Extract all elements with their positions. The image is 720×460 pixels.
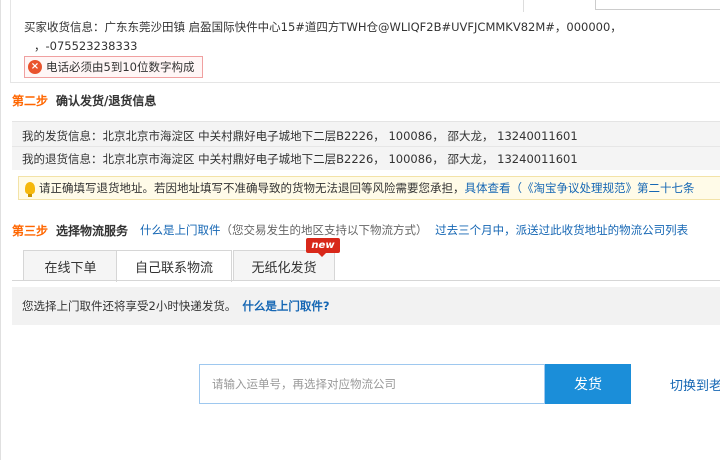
top-right-box — [595, 0, 720, 10]
tracking-placeholder: 请输入运单号，再选择对应物流公司 — [212, 377, 396, 391]
buyer-address: 广东东莞沙田镇 启盈国际快件中心15#道四方TWH仓@WLIQF2B#UVFJC… — [104, 20, 622, 34]
buyer-address-line1: 买家收货信息：广东东莞沙田镇 启盈国际快件中心15#道四方TWH仓@WLIQF2… — [24, 19, 622, 35]
step3-help: 什么是上门取件（您交易发生的地区支持以下物流方式） 过去三个月中，派送过此收货地… — [140, 222, 688, 238]
ship-button[interactable]: 发货 — [545, 364, 631, 404]
step2-number: 第二步 — [12, 94, 49, 108]
buyer-phone: ，-075523238333 — [34, 39, 138, 53]
tracking-number-input[interactable]: 请输入运单号，再选择对应物流公司 — [199, 364, 545, 404]
buyer-label: 买家收货信息： — [24, 20, 105, 34]
warning-text: 请正确填写退货地址。若因地址填写不准确导致的货物无法退回等风险需要您承担， — [39, 181, 465, 195]
switch-old-version-link[interactable]: 切换到老 — [670, 375, 720, 394]
return-address: 我的退货信息：北京北京市海淀区 中关村鼎好电子城地下二层B2226， 10008… — [22, 152, 578, 166]
tab-label: 自己联系物流 — [134, 261, 213, 276]
tab-label: 在线下单 — [44, 260, 97, 276]
new-badge: new — [306, 238, 340, 257]
page-left-border — [0, 0, 1, 460]
tab-self-contact-logistics[interactable]: 自己联系物流 — [116, 250, 232, 282]
step3-number: 第三步 — [12, 224, 49, 238]
pickup-help-link[interactable]: 什么是上门取件 — [140, 223, 221, 237]
details-link[interactable]: 具体查看（ — [465, 180, 523, 196]
tabs-underline — [12, 280, 720, 281]
divider — [523, 0, 524, 12]
pickup-help-desc: （您交易发生的地区支持以下物流方式） — [220, 223, 428, 237]
phone-error-message: × 电话必须由5到10位数字构成 — [24, 56, 204, 78]
error-text: 电话必须由5到10位数字构成 — [46, 60, 195, 74]
address-box: 我的发货信息：北京北京市海淀区 中关村鼎好电子城地下二层B2226， 10008… — [12, 121, 720, 170]
pickup-info-bar: 您选择上门取件还将享受2小时快递发货。 什么是上门取件? — [12, 287, 720, 325]
tab-label: 无纸化发货 — [251, 260, 317, 276]
lightbulb-icon — [25, 182, 35, 197]
return-address-warning: 请正确填写退货地址。若因地址填写不准确导致的货物无法退回等风险需要您承担， 具体… — [18, 176, 720, 200]
what-is-pickup-link[interactable]: 什么是上门取件? — [242, 298, 329, 314]
divider — [12, 146, 720, 147]
dispute-rules-link[interactable]: 《淘宝争议处理规范》第二十七条 — [522, 180, 695, 196]
close-circle-icon: × — [28, 60, 42, 74]
pickup-info-text: 您选择上门取件还将享受2小时快递发货。 — [22, 299, 237, 313]
step3-title: 选择物流服务 — [56, 224, 129, 238]
step2-heading: 第二步 确认发货/退货信息 — [12, 92, 156, 109]
logistics-history-link[interactable]: 过去三个月中，派送过此收货地址的物流公司列表 — [435, 223, 688, 237]
ship-from-address: 我的发货信息：北京北京市海淀区 中关村鼎好电子城地下二层B2226， 10008… — [22, 129, 578, 143]
step3-heading: 第三步 选择物流服务 — [12, 222, 128, 239]
tab-online-order[interactable]: 在线下单 — [23, 250, 118, 281]
step2-title: 确认发货/退货信息 — [56, 94, 157, 108]
